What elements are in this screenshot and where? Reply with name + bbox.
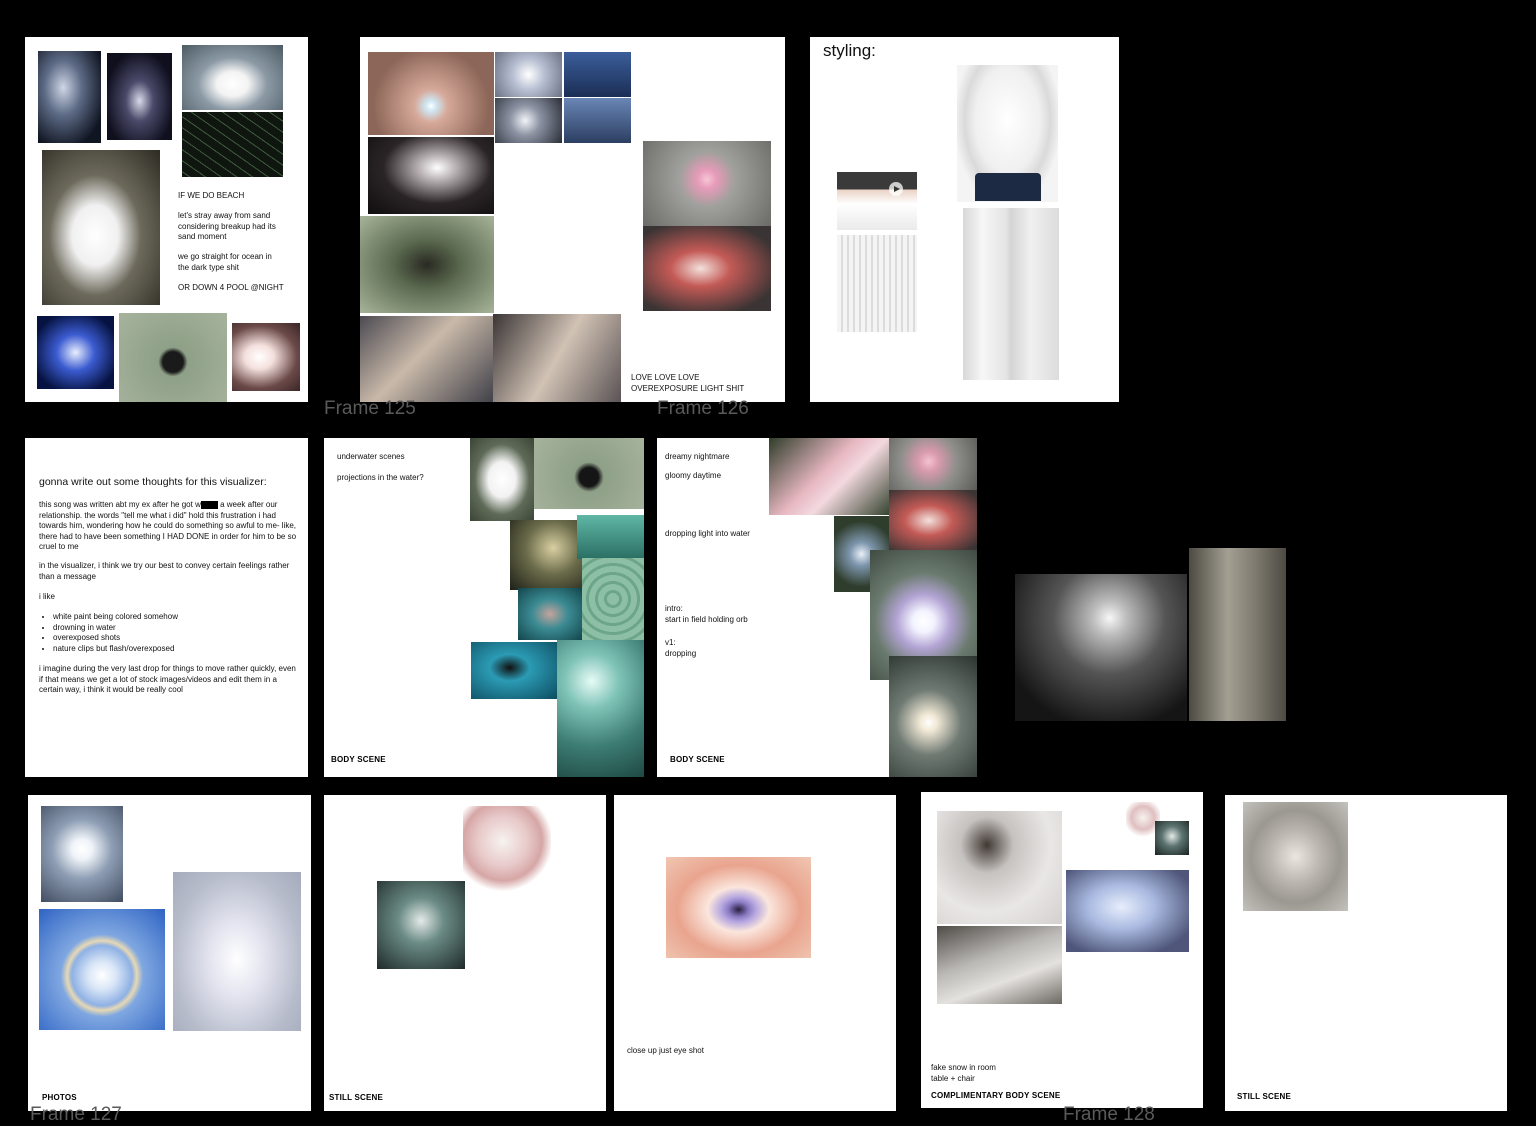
- dreamy-line-2: gloomy daytime: [665, 471, 722, 480]
- photo-girl-in-pool: [518, 588, 582, 640]
- frame-title-126[interactable]: Frame 126: [657, 398, 749, 420]
- thoughts-para-song: this song was written abt my ex after he…: [39, 500, 301, 553]
- photo-concrete-stairwell[interactable]: [1189, 548, 1286, 721]
- photo-green-water-surface: [582, 558, 644, 640]
- photo-blonde-hair-wind: [493, 314, 621, 402]
- photo-swimmer-blue: [471, 642, 557, 699]
- photo-sun-pillars: [173, 872, 301, 1031]
- photo-foggy-hallway-figures[interactable]: [1015, 574, 1187, 721]
- eye-caption: close up just eye shot: [627, 1046, 704, 1055]
- photo-blue-dusk-portrait: [564, 98, 631, 143]
- thoughts-para-feelings: in the visualizer, i think we try our be…: [39, 561, 290, 581]
- underwater-line-2: projections in the water?: [337, 473, 424, 482]
- overexposure-caption: LOVE LOVE LOVE OVEREXPOSURE LIGHT SHIT: [631, 373, 745, 393]
- dreamy-label: BODY SCENE: [670, 755, 725, 764]
- photo-hand-reaching-underwater: [510, 520, 582, 590]
- photo-glowing-sphere: [495, 98, 562, 143]
- frame-dreamy-nightmare[interactable]: dreamy nightmare gloomy daytime dropping…: [657, 438, 977, 777]
- photo-eye-closeup: [666, 857, 811, 958]
- beach-para-sand: let's stray away from sand considering b…: [178, 211, 276, 241]
- photo-white-shorts: [837, 172, 917, 230]
- photo-teal-ripples: [577, 515, 644, 559]
- photo-sun-halo: [39, 909, 165, 1030]
- photo-glowing-figure-water: [42, 150, 160, 305]
- photo-carousel-music-box: [463, 806, 551, 894]
- photo-blue-face: [37, 316, 114, 389]
- frame-styling[interactable]: styling:: [810, 37, 1119, 402]
- photo-flower-girl-night: [368, 137, 494, 214]
- snow-label: COMPLIMENTARY BODY SCENE: [931, 1091, 1061, 1100]
- turtleneck-jeans: [975, 173, 1041, 201]
- redaction-bar: [200, 500, 218, 509]
- frame-title-128[interactable]: Frame 128: [1063, 1104, 1155, 1126]
- frame-still-scene-fish[interactable]: STILL SCENE: [1225, 795, 1507, 1111]
- photo-silver-fish: [1243, 802, 1348, 911]
- photo-forest-light: [889, 656, 977, 777]
- list-item: white paint being colored somehow: [53, 612, 178, 623]
- photo-lotus-hands: [889, 438, 977, 490]
- photo-snow-globe-carousel: [377, 881, 465, 969]
- frame-eye-closeup[interactable]: close up just eye shot: [614, 795, 896, 1111]
- photo-pink-dress-grass: [769, 438, 889, 515]
- dreamy-line-5: v1: dropping: [665, 638, 697, 658]
- photo-white-figure-green: [470, 438, 534, 521]
- photo-figure-water: [38, 51, 101, 143]
- list-item: overexposed shots: [53, 633, 178, 644]
- photo-blonde-hair-sea: [360, 316, 494, 402]
- photo-white-linen-pants: [963, 208, 1059, 380]
- frame-overexposure-moodboard[interactable]: LOVE LOVE LOVE OVEREXPOSURE LIGHT SHIT: [360, 37, 785, 402]
- photo-snow-globe-small: [1155, 821, 1189, 855]
- list-item: nature clips but flash/overexposed: [53, 644, 178, 655]
- still-scene-label-2: STILL SCENE: [1237, 1092, 1292, 1101]
- list-item: drowning in water: [53, 623, 178, 634]
- photo-white-turtleneck: [957, 65, 1058, 202]
- photo-snowy-living-room: [937, 926, 1062, 1004]
- photo-pink-lotus-hands: [643, 141, 771, 226]
- play-icon[interactable]: [889, 182, 903, 196]
- photo-hand-crystals: [495, 52, 562, 97]
- photo-collarbone-stars: [368, 52, 494, 135]
- frame-photos[interactable]: PHOTOS: [28, 795, 311, 1111]
- photo-frosted-window: [1066, 870, 1189, 952]
- photos-label: PHOTOS: [42, 1093, 77, 1102]
- snow-caption: fake snow in room table + chair: [931, 1063, 996, 1083]
- frame-visualizer-thoughts[interactable]: gonna write out some thoughts for this v…: [25, 438, 308, 777]
- frame-snow-room[interactable]: fake snow in room table + chair COMPLIME…: [921, 792, 1203, 1108]
- photo-white-hand: [232, 323, 300, 391]
- underwater-label: BODY SCENE: [331, 755, 386, 764]
- thoughts-likes-list: white paint being colored somehow drowni…: [39, 612, 178, 654]
- photo-redhead-closeup: [889, 490, 977, 551]
- frame-title-127[interactable]: Frame 127: [30, 1104, 122, 1126]
- photo-braid-pool: [534, 438, 644, 509]
- dreamy-line-3: dropping light into water: [665, 529, 750, 538]
- photo-hair-water-green: [360, 216, 494, 313]
- frame-underwater-scenes[interactable]: underwater scenes projections in the wat…: [324, 438, 644, 777]
- frame-title-125[interactable]: Frame 125: [324, 398, 416, 420]
- styling-title: styling:: [823, 41, 876, 60]
- frame-still-scene-carousel[interactable]: STILL SCENE: [324, 795, 606, 1111]
- underwater-line-1: underwater scenes: [337, 452, 405, 461]
- frame-beach-moodboard[interactable]: IF WE DO BEACH let's stray away from san…: [25, 37, 308, 402]
- dreamy-line-4: intro: start in field holding orb: [665, 604, 748, 624]
- photo-dark-hair: [107, 53, 172, 140]
- photo-night-scribbles: [182, 112, 283, 177]
- dreamy-line-1: dreamy nightmare: [665, 452, 730, 461]
- photo-braid-green-water: [119, 313, 227, 402]
- thoughts-i-like: i like: [39, 592, 56, 601]
- photo-blue-sky-night: [564, 52, 631, 97]
- still-scene-label-1: STILL SCENE: [329, 1093, 384, 1102]
- photo-white-silhouette-sea: [182, 45, 283, 110]
- photo-sun-star: [41, 806, 123, 902]
- beach-para-pool: OR DOWN 4 POOL @NIGHT: [178, 283, 284, 292]
- beach-heading: IF WE DO BEACH: [178, 191, 245, 200]
- thoughts-title: gonna write out some thoughts for this v…: [39, 476, 267, 488]
- photo-redhead-portrait: [643, 226, 771, 311]
- thoughts-para-song-a: this song was written abt my ex after he…: [39, 500, 201, 509]
- thoughts-para-drop: i imagine during the very last drop for …: [39, 664, 296, 694]
- beach-para-ocean: we go straight for ocean in the dark typ…: [178, 252, 272, 272]
- photo-figure-in-snow: [937, 811, 1062, 924]
- photo-white-socks: [837, 235, 917, 332]
- photo-face-bubbles: [557, 640, 644, 777]
